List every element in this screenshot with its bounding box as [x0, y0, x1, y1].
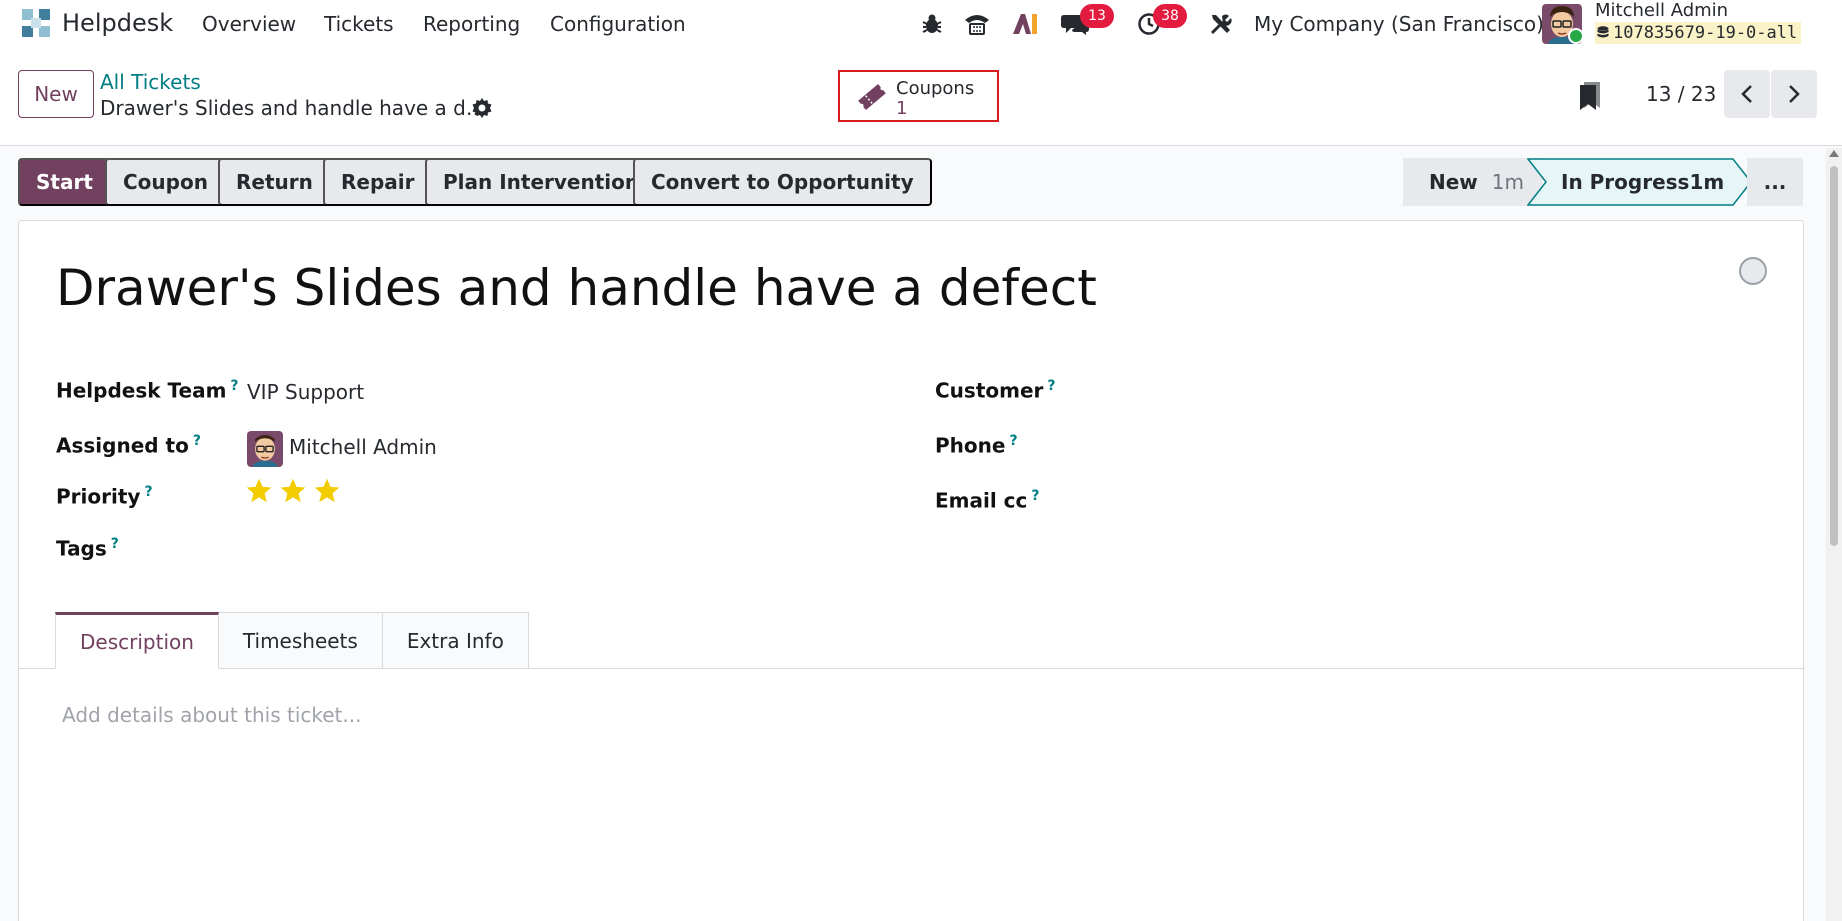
phone-label: Phone?: [935, 433, 1018, 458]
stage-statusbar: New 1m In Progress 1m ...: [1403, 158, 1803, 206]
priority-label-text: Priority: [56, 484, 141, 509]
help-tooltip-icon[interactable]: ?: [144, 484, 152, 500]
gear-icon[interactable]: [470, 96, 494, 120]
scroll-thumb[interactable]: [1830, 166, 1838, 546]
menu-tickets[interactable]: Tickets: [324, 12, 394, 36]
convert-to-opportunity-button[interactable]: Convert to Opportunity: [633, 158, 932, 206]
user-name[interactable]: Mitchell Admin: [1595, 0, 1728, 21]
pager-value[interactable]: 13 / 23: [1646, 82, 1716, 106]
tags-label: Tags?: [56, 536, 119, 561]
phone-label-text: Phone: [935, 433, 1006, 458]
assigned-to-label-text: Assigned to: [56, 433, 189, 458]
stage-new-duration: 1m: [1491, 170, 1524, 194]
stage-new[interactable]: New 1m: [1403, 158, 1543, 206]
database-name-text: 107835679-19-0-all: [1613, 23, 1798, 43]
breadcrumb-all-tickets[interactable]: All Tickets: [100, 70, 201, 94]
customer-label-text: Customer: [935, 378, 1044, 403]
stage-in-progress-duration: 1m: [1689, 170, 1725, 194]
priority-stars: [245, 477, 341, 505]
coupon-icon: [858, 84, 886, 110]
description-editor[interactable]: Add details about this ticket...: [62, 703, 361, 727]
stage-more-button[interactable]: ...: [1747, 158, 1803, 206]
helpdesk-team-field[interactable]: VIP Support: [247, 380, 364, 404]
assigned-to-field[interactable]: Mitchell Admin: [289, 435, 437, 459]
help-tooltip-icon[interactable]: ?: [1009, 433, 1017, 449]
coupons-smart-button[interactable]: Coupons 1: [838, 70, 999, 122]
form-sheet: Drawer's Slides and handle have a defect…: [18, 220, 1805, 921]
notebook-tabs: Description Timesheets Extra Info: [55, 612, 529, 669]
ticket-title[interactable]: Drawer's Slides and handle have a defect: [56, 259, 1097, 317]
pager-next-button[interactable]: [1771, 70, 1817, 118]
plan-intervention-button[interactable]: Plan Intervention: [425, 158, 658, 206]
star-icon[interactable]: [245, 477, 273, 505]
coupons-label: Coupons: [896, 78, 975, 99]
ai-icon[interactable]: [1010, 10, 1040, 38]
email-cc-label-text: Email cc: [935, 488, 1028, 513]
menu-configuration[interactable]: Configuration: [550, 12, 686, 36]
coupon-button[interactable]: Coupon: [105, 158, 226, 206]
tags-label-text: Tags: [56, 536, 107, 561]
assignee-avatar[interactable]: [247, 431, 283, 467]
bookmark-icon[interactable]: [1578, 80, 1602, 110]
kanban-state-icon[interactable]: [1739, 257, 1767, 285]
help-tooltip-icon[interactable]: ?: [230, 378, 238, 394]
breadcrumb-current-record: Drawer's Slides and handle have a d…: [100, 96, 486, 120]
menu-overview[interactable]: Overview: [202, 12, 296, 36]
scroll-up-arrow-icon[interactable]: [1829, 150, 1839, 157]
menu-reporting[interactable]: Reporting: [423, 12, 520, 36]
helpdesk-logo-icon[interactable]: [20, 7, 52, 39]
database-name: 107835679-19-0-all: [1595, 22, 1802, 44]
help-tooltip-icon[interactable]: ?: [1031, 488, 1039, 504]
start-button[interactable]: Start: [18, 158, 111, 206]
stage-in-progress-label: In Progress: [1561, 170, 1690, 194]
pager-previous-button[interactable]: [1724, 70, 1770, 118]
repair-button[interactable]: Repair: [323, 158, 433, 206]
star-icon[interactable]: [313, 477, 341, 505]
helpdesk-team-label-text: Helpdesk Team: [56, 378, 227, 403]
control-panel: New All Tickets Drawer's Slides and hand…: [0, 48, 1842, 146]
tab-extra-info[interactable]: Extra Info: [382, 612, 529, 669]
database-icon: [1597, 26, 1609, 38]
help-tooltip-icon[interactable]: ?: [111, 536, 119, 552]
online-status-dot: [1568, 28, 1584, 44]
tools-icon[interactable]: [1208, 10, 1234, 38]
page-scrollbar[interactable]: [1826, 148, 1842, 921]
chevron-left-icon: [1741, 85, 1752, 103]
activities-badge: 38: [1153, 4, 1187, 28]
customer-label: Customer?: [935, 378, 1056, 403]
tab-timesheets[interactable]: Timesheets: [218, 612, 383, 669]
star-icon[interactable]: [279, 477, 307, 505]
assigned-to-label: Assigned to?: [56, 433, 201, 458]
helpdesk-team-label: Helpdesk Team?: [56, 378, 239, 403]
tab-description[interactable]: Description: [55, 612, 219, 669]
bug-icon[interactable]: [920, 10, 944, 38]
top-navbar: Helpdesk Overview Tickets Reporting Conf…: [0, 0, 1842, 48]
stage-in-progress-text: In Progress 1m: [1561, 158, 1724, 206]
coupons-count: 1: [896, 98, 908, 119]
company-switcher[interactable]: My Company (San Francisco): [1254, 12, 1544, 36]
stage-new-label: New: [1429, 170, 1478, 194]
new-button[interactable]: New: [18, 70, 94, 118]
messages-badge: 13: [1080, 4, 1114, 28]
app-name[interactable]: Helpdesk: [62, 9, 173, 37]
help-tooltip-icon[interactable]: ?: [1047, 378, 1055, 394]
return-button[interactable]: Return: [218, 158, 331, 206]
priority-label: Priority?: [56, 484, 153, 509]
email-cc-label: Email cc?: [935, 488, 1040, 513]
phone-icon[interactable]: [962, 10, 992, 38]
chevron-right-icon: [1789, 85, 1800, 103]
help-tooltip-icon[interactable]: ?: [193, 433, 201, 449]
